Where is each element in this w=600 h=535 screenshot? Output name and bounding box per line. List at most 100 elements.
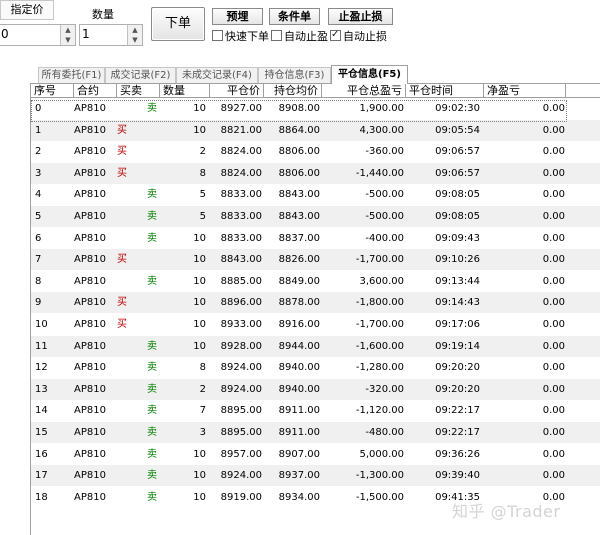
side-cell: 卖 [147, 232, 157, 244]
table-row[interactable]: 5 AP810 卖 5 8833.00 8843.00 -500.00 09:08:05 0.0… [31, 206, 600, 227]
auto-stop-loss-checkbox[interactable]: 自动止损 [330, 28, 387, 44]
close-time-cell: 09:17:06 [435, 319, 480, 330]
column-header-quantity[interactable]: 数量 [160, 84, 210, 97]
contract-cell: AP810 [74, 297, 106, 309]
close-time-cell: 09:06:57 [435, 167, 480, 179]
close-price-cell: 8957.00 [220, 448, 262, 460]
table-row[interactable]: 10 AP810 买 10 8933.00 8916.00 -1,700.00 09:17:0… [31, 314, 600, 335]
table-row[interactable]: 16 AP810 卖 10 8957.00 8907.00 5,000.00 09:36:26… [31, 444, 600, 465]
close-price-cell: 8843.00 [220, 254, 262, 266]
quantity-cell: 3 [199, 427, 206, 438]
stop-profit-loss-button[interactable]: 止盈止损 [328, 8, 393, 25]
tab-unfilled-records[interactable]: 未成交记录(F4) [176, 67, 258, 83]
table-row[interactable]: 1 AP810 买 10 8821.00 8864.00 4,300.00 09:05:54 0… [31, 119, 600, 141]
close-time-cell: 09:20:20 [435, 383, 480, 395]
close-positions-table: 序号 合约 买卖 数量 平仓价 持仓均价 平仓总盈亏 平仓时间 净盈亏 0 AP8… [30, 84, 600, 535]
table-row[interactable]: 12 AP810 卖 8 8924.00 8940.00 -1,280.00 09:20:20… [31, 357, 600, 378]
table-row[interactable]: 17 AP810 卖 10 8924.00 8937.00 -1,300.00 09:39:4… [31, 465, 600, 487]
index-cell: 7 [35, 254, 42, 266]
quantity-stepper[interactable]: ▲ ▼ [127, 25, 142, 45]
net-pnl-cell: 0.00 [542, 319, 565, 330]
place-order-button[interactable]: 下单 [151, 7, 205, 41]
column-header-net-pnl[interactable]: 净盈亏 [484, 84, 566, 97]
close-pnl-cell: -400.00 [365, 232, 404, 244]
column-header-avg-price[interactable]: 持仓均价 [264, 84, 322, 97]
table-row[interactable]: 7 AP810 买 10 8843.00 8826.00 -1,700.00 09:10:26… [31, 249, 600, 271]
avg-price-cell: 8843.00 [278, 211, 320, 222]
checkbox-icon[interactable] [271, 30, 282, 41]
quantity-cell: 10 [193, 297, 206, 309]
close-price-cell: 8833.00 [220, 189, 262, 201]
table-row[interactable]: 13 AP810 卖 2 8924.00 8940.00 -320.00 09:20:20 0.… [31, 378, 600, 400]
table-row[interactable]: 15 AP810 卖 3 8895.00 8911.00 -480.00 09:22:17 0.… [31, 422, 600, 443]
net-pnl-cell: 0.00 [542, 362, 565, 374]
table-row[interactable]: 8 AP810 卖 10 8885.00 8849.00 3,600.00 09:13:44 0… [31, 271, 600, 292]
price-input[interactable]: 0 ▲ ▼ [0, 24, 76, 46]
table-row[interactable]: 11 AP810 卖 10 8928.00 8944.00 -1,600.00 09:19:1… [31, 335, 600, 357]
table-row[interactable]: 14 AP810 卖 7 8895.00 8911.00 -1,120.00 09:22:17… [31, 400, 600, 421]
net-pnl-cell: 0.00 [542, 383, 565, 395]
up-arrow-icon[interactable]: ▲ [128, 25, 142, 35]
quantity-input[interactable]: 1 ▲ ▼ [79, 24, 143, 46]
close-pnl-cell: -1,700.00 [355, 254, 404, 266]
price-type-label[interactable]: 指定价 [0, 0, 54, 20]
up-arrow-icon[interactable]: ▲ [61, 25, 75, 35]
net-pnl-cell: 0.00 [542, 340, 565, 352]
avg-price-cell: 8940.00 [278, 362, 320, 374]
avg-price-cell: 8843.00 [278, 189, 320, 201]
tab-trade-records[interactable]: 成交记录(F2) [105, 67, 176, 83]
table-row[interactable]: 6 AP810 卖 10 8833.00 8837.00 -400.00 09:09:43 0.… [31, 228, 600, 249]
quantity-cell: 7 [199, 405, 206, 417]
close-time-cell: 09:08:05 [435, 211, 480, 222]
checkbox-icon[interactable] [212, 30, 223, 41]
avg-price-cell: 8806.00 [278, 167, 320, 179]
index-cell: 8 [35, 275, 42, 287]
side-cell: 卖 [147, 448, 157, 460]
preset-order-button[interactable]: 预埋 [212, 8, 263, 25]
contract-cell: AP810 [74, 146, 106, 158]
quantity-cell: 10 [193, 470, 206, 482]
quantity-cell: 10 [193, 340, 206, 352]
table-row[interactable]: 2 AP810 买 2 8824.00 8806.00 -360.00 09:06:57 0.0… [31, 141, 600, 162]
avg-price-cell: 8826.00 [278, 254, 320, 266]
index-cell: 12 [35, 362, 48, 374]
table-row[interactable]: 9 AP810 买 10 8896.00 8878.00 -1,800.00 09:14:43… [31, 292, 600, 314]
contract-cell: AP810 [74, 491, 106, 503]
column-header-close-pnl[interactable]: 平仓总盈亏 [322, 84, 406, 97]
contract-cell: AP810 [74, 470, 106, 482]
column-header-close-price[interactable]: 平仓价 [210, 84, 264, 97]
net-pnl-cell: 0.00 [542, 448, 565, 460]
table-row[interactable]: 3 AP810 买 8 8824.00 8806.00 -1,440.00 09:06:57 0… [31, 162, 600, 184]
down-arrow-icon[interactable]: ▼ [61, 35, 75, 45]
close-price-cell: 8824.00 [220, 167, 262, 179]
column-header-close-time[interactable]: 平仓时间 [406, 84, 484, 97]
column-header-side[interactable]: 买卖 [117, 84, 160, 97]
net-pnl-cell: 0.00 [542, 405, 565, 417]
price-stepper[interactable]: ▲ ▼ [60, 25, 75, 45]
table-row[interactable]: 4 AP810 卖 5 8833.00 8843.00 -500.00 09:08:05 0.0… [31, 184, 600, 205]
contract-cell: AP810 [74, 275, 106, 287]
close-time-cell: 09:22:17 [435, 427, 480, 438]
close-pnl-cell: -320.00 [365, 383, 404, 395]
quick-order-checkbox[interactable]: 快速下单 [212, 30, 269, 44]
tab-all-orders[interactable]: 所有委托(F1) [38, 67, 105, 83]
quantity-cell: 8 [199, 362, 206, 374]
net-pnl-cell: 0.00 [542, 232, 565, 244]
tab-close-positions[interactable]: 平仓信息(F5) [331, 65, 408, 84]
checkbox-icon[interactable] [330, 28, 341, 42]
close-price-cell: 8924.00 [220, 383, 262, 395]
column-header-index[interactable]: 序号 [31, 84, 74, 97]
down-arrow-icon[interactable]: ▼ [128, 35, 142, 45]
close-price-cell: 8885.00 [220, 275, 262, 287]
close-pnl-cell: -1,300.00 [355, 470, 404, 482]
net-pnl-cell: 0.00 [542, 211, 565, 222]
quantity-cell: 10 [193, 232, 206, 244]
auto-take-profit-checkbox[interactable]: 自动止盈 [271, 30, 328, 44]
conditional-order-button[interactable]: 条件单 [269, 8, 320, 25]
column-header-contract[interactable]: 合约 [74, 84, 117, 97]
auto-stop-loss-label: 自动止损 [343, 30, 387, 43]
close-price-cell: 8833.00 [220, 232, 262, 244]
tab-positions[interactable]: 持仓信息(F3) [258, 67, 331, 83]
index-cell: 1 [35, 124, 42, 136]
close-price-cell: 8833.00 [220, 211, 262, 222]
